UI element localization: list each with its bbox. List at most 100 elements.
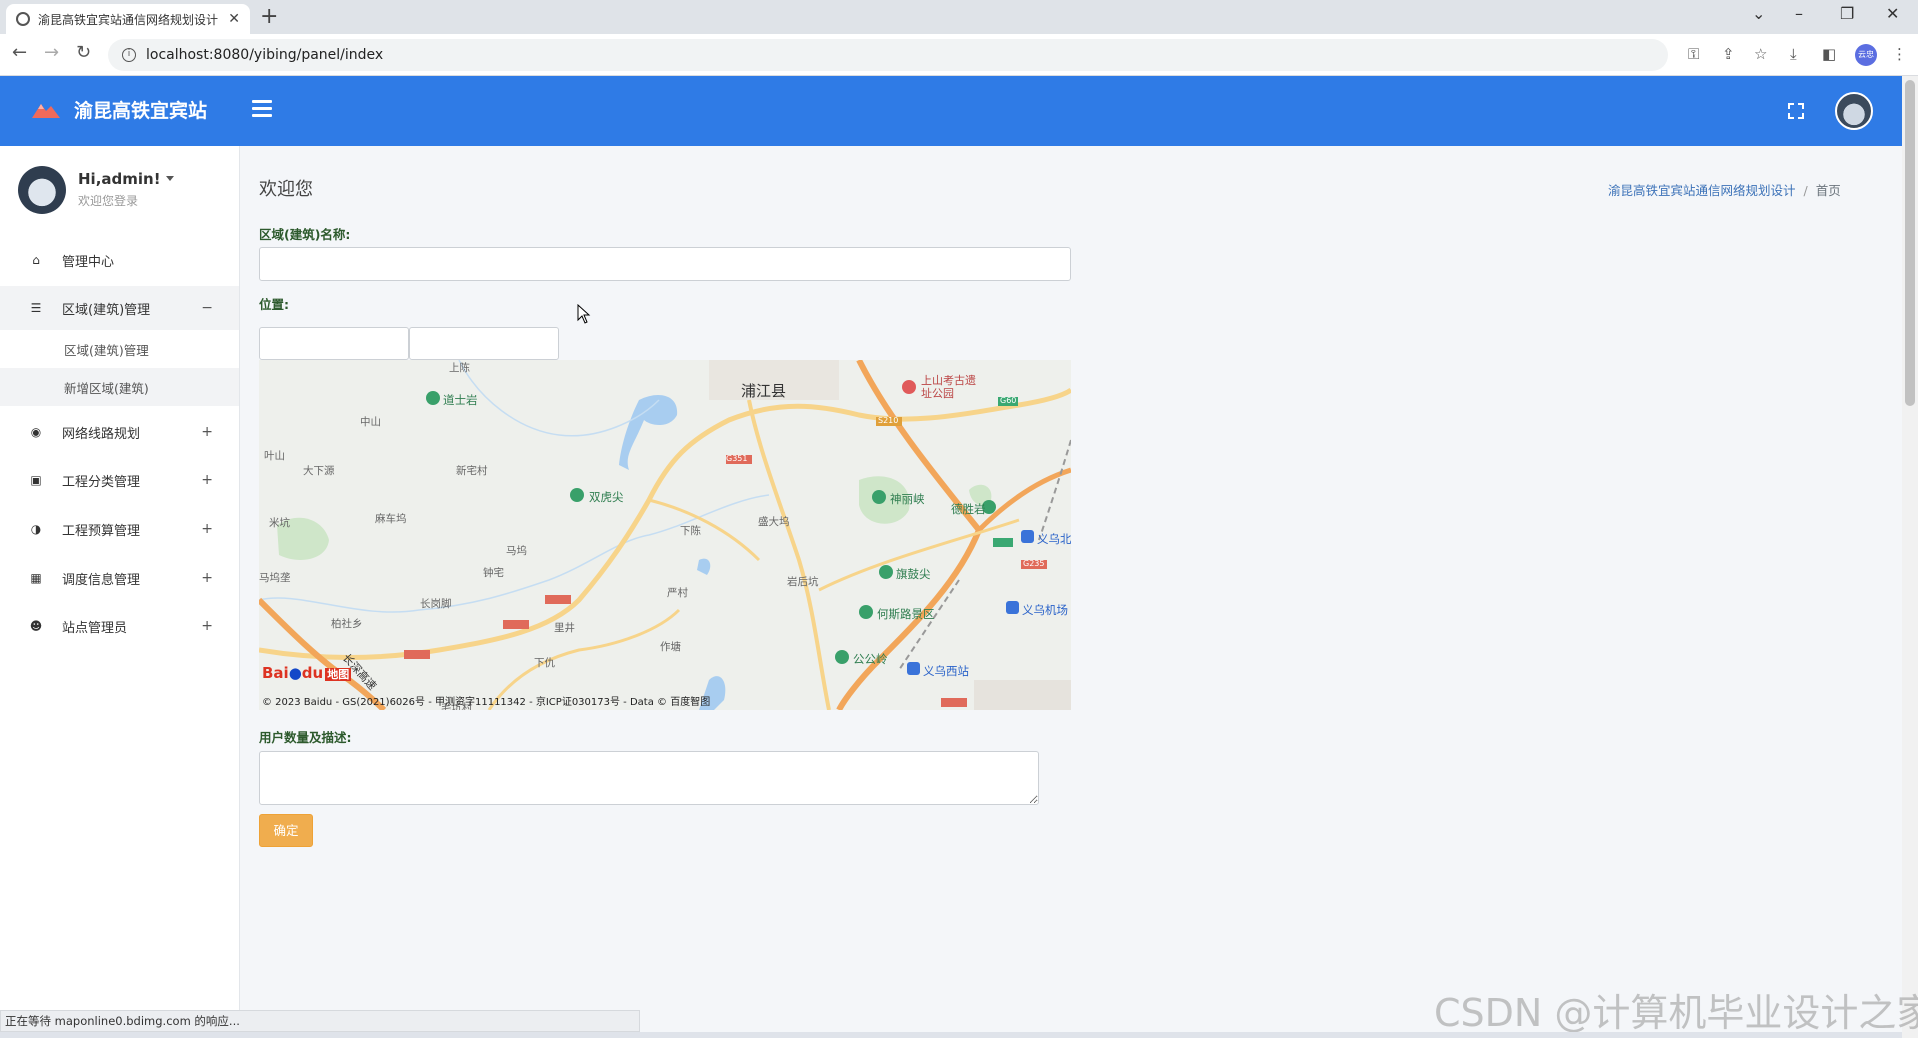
map-copyright: © 2023 Baidu - GS(2021)6026号 - 甲测资字11111… — [262, 697, 711, 708]
sidebar-subitem-area-list[interactable]: 区域(建筑)管理 — [0, 330, 239, 368]
map-label-station: 义乌北 — [1037, 532, 1071, 546]
share-icon[interactable]: ⇪ — [1722, 45, 1735, 63]
map-label-village: 里井 — [554, 622, 575, 634]
expand-indicator: + — [201, 521, 213, 537]
breadcrumb: 渝昆高铁宜宾站通信网络规划设计 / 首页 — [1608, 183, 1841, 198]
new-tab-icon[interactable]: + — [260, 4, 278, 30]
map-label-village: 钟宅 — [483, 567, 504, 579]
sidebar-item-dashboard[interactable]: ⌂ 管理中心 — [0, 238, 239, 282]
url-text: localhost:8080/yibing/panel/index — [146, 47, 384, 63]
sidebar-item-label: 区域(建筑)管理 — [62, 302, 151, 318]
position-label: 位置: — [259, 297, 289, 312]
sidepanel-icon[interactable]: ◧ — [1822, 45, 1836, 63]
description-textarea[interactable] — [259, 751, 1039, 805]
map-label-village: 中山 — [360, 416, 381, 428]
taskbar-strip — [0, 1032, 1902, 1038]
key-icon[interactable]: ⚿ — [1688, 45, 1699, 63]
map-label-village: 柏社乡 — [331, 618, 363, 630]
caret-down-icon[interactable] — [166, 176, 174, 181]
baidu-logo-map-word: 地图 — [325, 668, 352, 681]
mountain-logo-icon — [32, 104, 60, 118]
longitude-input[interactable] — [259, 327, 409, 360]
address-bar: ← → ↻ i localhost:8080/yibing/panel/inde… — [0, 34, 1918, 76]
sidebar-item-label: 调度信息管理 — [62, 572, 141, 588]
map-label-village: 下仇 — [534, 657, 555, 669]
adjust-icon: ◑ — [30, 522, 42, 536]
map-road-shield: S210 — [878, 416, 899, 425]
user-subtitle: 欢迎您登录 — [78, 194, 139, 208]
map-label-village: 长岗脚 — [420, 598, 452, 610]
map-label-village: 大下源 — [303, 465, 335, 477]
area-name-input[interactable] — [259, 247, 1071, 281]
fullscreen-icon[interactable] — [1788, 103, 1804, 119]
header-avatar[interactable] — [1835, 92, 1873, 130]
sidebar-item-area-management[interactable]: ☰ 区域(建筑)管理 − — [0, 286, 239, 330]
baidu-map[interactable]: 浦江县 道士岩 双虎尖 神丽峡 德胜岩 旗鼓尖 何斯路景区 公公岭 上山考古遗址… — [259, 360, 1071, 710]
back-icon[interactable]: ← — [12, 42, 27, 63]
forward-icon[interactable]: → — [44, 42, 59, 63]
map-base-graphic — [259, 360, 1071, 710]
download-icon[interactable]: ⤓ — [1790, 45, 1797, 63]
map-label-poi: 上山考古遗址公园 — [921, 374, 976, 400]
url-field[interactable]: i localhost:8080/yibing/panel/index — [108, 39, 1668, 71]
browser-status-bar: 正在等待 maponline0.bdimg.com 的响应... — [0, 1010, 640, 1032]
map-label-village: 作塘 — [660, 641, 681, 653]
map-road-shield: G60 — [1000, 396, 1017, 405]
tab-search-icon[interactable]: ⌄ — [1752, 4, 1765, 23]
sidebar-item-budget[interactable]: ◑ 工程预算管理 + — [0, 507, 239, 551]
hamburger-menu-icon[interactable] — [252, 100, 272, 121]
tab-title: 渝昆高铁宜宾站通信网络规划设计 — [38, 12, 219, 27]
browser-tab[interactable]: 渝昆高铁宜宾站通信网络规划设计 ✕ — [6, 4, 250, 34]
map-label-village: 岩后坑 — [787, 576, 819, 588]
info-icon[interactable]: i — [122, 48, 136, 62]
sidebar-item-project-category[interactable]: ▣ 工程分类管理 + — [0, 458, 239, 502]
map-label-poi: 德胜岩 — [951, 502, 986, 516]
baidu-logo-text-end: du — [301, 664, 324, 682]
map-label-city: 浦江县 — [741, 382, 787, 400]
confirm-button[interactable]: 确定 — [259, 814, 313, 847]
list-icon: ☰ — [30, 301, 42, 315]
sidebar-subitem-label: 区域(建筑)管理 — [64, 342, 149, 358]
palette-icon: ◉ — [30, 425, 42, 439]
restore-icon[interactable]: ❐ — [1840, 4, 1854, 23]
minimize-icon[interactable]: – — [1795, 4, 1803, 23]
scrollbar-thumb[interactable] — [1905, 80, 1915, 406]
profile-avatar[interactable]: 云忠 — [1855, 44, 1877, 66]
expand-indicator: + — [201, 570, 213, 586]
baidu-paw-icon: ● — [288, 664, 302, 682]
map-label-poi: 公公岭 — [853, 652, 888, 666]
expand-indicator: + — [201, 618, 213, 634]
grid-icon: ▦ — [30, 571, 42, 585]
sidebar-item-admins[interactable]: ☻ 站点管理员 + — [0, 604, 239, 648]
sidebar-item-label: 管理中心 — [62, 254, 115, 270]
latitude-input[interactable] — [409, 327, 559, 360]
sidebar-subitem-add-area[interactable]: 新增区域(建筑) — [0, 368, 239, 406]
star-icon[interactable]: ☆ — [1754, 45, 1767, 63]
map-label-village: 马坞 — [506, 545, 527, 557]
map-label-village: 下陈 — [680, 525, 701, 537]
sidebar-item-network-planning[interactable]: ◉ 网络线路规划 + — [0, 410, 239, 454]
map-label-village: 新宅村 — [456, 465, 488, 477]
map-label-airport: 义乌机场 — [1022, 603, 1068, 617]
user-avatar — [18, 166, 66, 214]
map-label-poi: 旗鼓尖 — [896, 567, 931, 581]
user-name[interactable]: Hi,admin! — [78, 170, 161, 188]
map-label-village: 上陈 — [449, 362, 470, 374]
sidebar: Hi,admin! 欢迎您登录 ⌂ 管理中心 ☰ 区域(建筑)管理 − 区域(建… — [0, 146, 240, 1012]
map-label-village: 严村 — [667, 587, 688, 599]
kebab-menu-icon[interactable]: ⋮ — [1892, 45, 1907, 63]
page-scrollbar[interactable] — [1902, 76, 1918, 1038]
name-label: 区域(建筑)名称: — [259, 227, 351, 242]
sidebar-item-dispatch[interactable]: ▦ 调度信息管理 + — [0, 556, 239, 600]
map-label-poi: 何斯路景区 — [877, 607, 935, 621]
close-window-icon[interactable]: ✕ — [1886, 4, 1899, 23]
sidebar-subitem-label: 新增区域(建筑) — [64, 380, 149, 396]
reload-icon[interactable]: ↻ — [76, 42, 91, 63]
gift-icon: ▣ — [30, 473, 42, 487]
baidu-map-logo[interactable]: Bai●du 地图 — [262, 664, 352, 682]
users-icon: ☻ — [29, 619, 43, 633]
close-tab-icon[interactable]: ✕ — [228, 11, 240, 27]
expand-indicator: + — [201, 424, 213, 440]
breadcrumb-link[interactable]: 渝昆高铁宜宾站通信网络规划设计 — [1608, 183, 1796, 198]
home-icon: ⌂ — [32, 253, 40, 267]
